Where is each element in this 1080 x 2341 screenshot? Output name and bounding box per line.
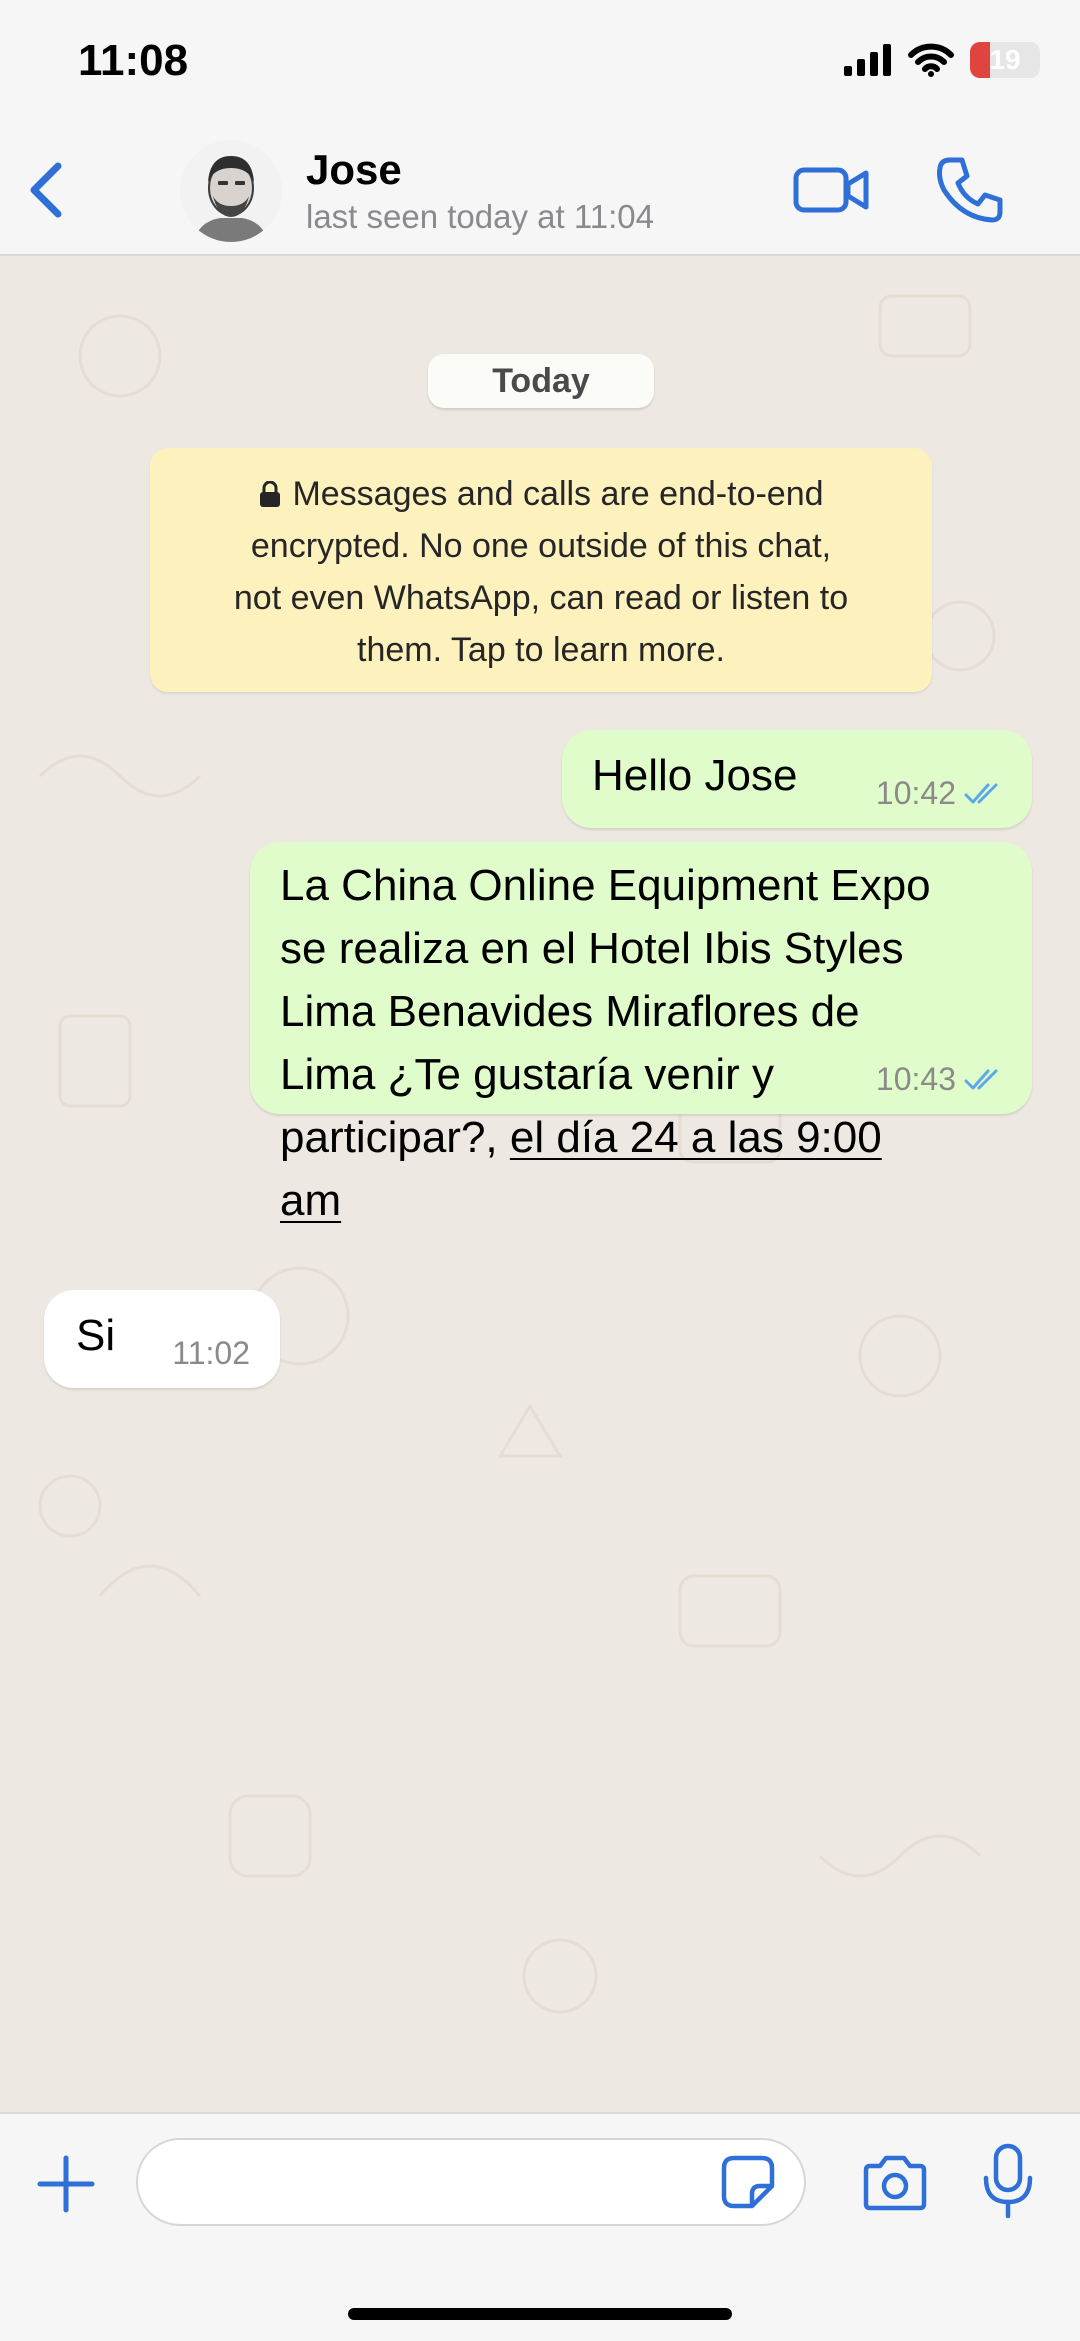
home-indicator [348,2308,732,2320]
date-separator: Today [428,354,654,408]
message-time: 10:43 [875,1061,956,1097]
video-camera-icon [793,167,869,213]
signal-icon [844,44,891,76]
message-time: 10:42 [875,775,956,811]
message-text-line: Lima Benavides Miraflores de [280,987,860,1036]
message-text-line: se realiza en el Hotel Ibis Styles [280,924,904,973]
message-time: 11:02 [172,1335,250,1371]
back-button[interactable] [20,158,76,222]
battery-icon: 19 [970,42,1040,78]
message-bubble-outgoing[interactable]: Hello Jose 10:42 [562,730,1032,828]
message-meta: 10:43 [876,1061,1004,1098]
message-input[interactable] [136,2138,806,2226]
message-text: La China Online Equipment Expo se realiz… [280,854,1010,1232]
last-seen-status: last seen today at 11:04 [306,198,654,235]
contact-photo [180,140,282,242]
status-time: 11:08 [78,36,189,85]
chat-area[interactable]: Today Messages and calls are end-to-end … [0,256,1080,2112]
sticker-icon [721,2155,775,2209]
status-icons: 19 [844,42,1040,78]
message-text: Si [76,1311,116,1360]
message-composer [0,2112,1080,2341]
encryption-notice-line-3: not even WhatsApp, can read or listen to [233,579,849,617]
microphone-button[interactable] [982,2142,1034,2220]
date-link[interactable]: am [280,1176,341,1225]
message-meta: 10:42 [876,775,1004,812]
message-meta: 11:02 [172,1335,250,1372]
voice-call-button[interactable] [934,154,1004,226]
read-receipt-icon [964,1069,998,1089]
battery-level: 19 [989,44,1021,75]
message-bubble-incoming[interactable]: Si 11:02 [44,1290,280,1388]
chevron-left-icon [30,162,62,218]
plus-icon [37,2155,95,2213]
message-text: Hello Jose [592,751,798,800]
message-text-line: La China Online Equipment Expo [280,861,931,910]
encryption-notice-line-1: Messages and calls are end-to-end [292,475,824,513]
video-call-button[interactable] [792,158,872,222]
message-text-line: participar?, [280,1113,510,1162]
sticker-button[interactable] [720,2154,776,2210]
status-bar: 11:08 19 [0,0,1080,130]
attach-button[interactable] [34,2152,98,2216]
chat-header: Jose last seen today at 11:04 [0,130,1080,256]
camera-icon [863,2155,927,2211]
read-receipt-icon [964,783,998,803]
lock-icon [260,481,281,507]
encryption-notice-line-2: encrypted. No one outside of this chat, [250,527,832,565]
avatar[interactable] [180,140,282,242]
phone-icon [937,157,1003,223]
encryption-notice-line-4: them. Tap to learn more. [357,631,725,669]
wifi-icon [908,43,954,77]
encryption-notice[interactable]: Messages and calls are end-to-end encryp… [150,448,932,692]
microphone-icon [983,2143,1033,2219]
message-bubble-outgoing[interactable]: La China Online Equipment Expo se realiz… [250,842,1032,1225]
contact-name[interactable]: Jose [306,146,402,194]
date-link[interactable]: el día 24 a las 9:00 [510,1113,882,1162]
camera-button[interactable] [862,2152,928,2212]
